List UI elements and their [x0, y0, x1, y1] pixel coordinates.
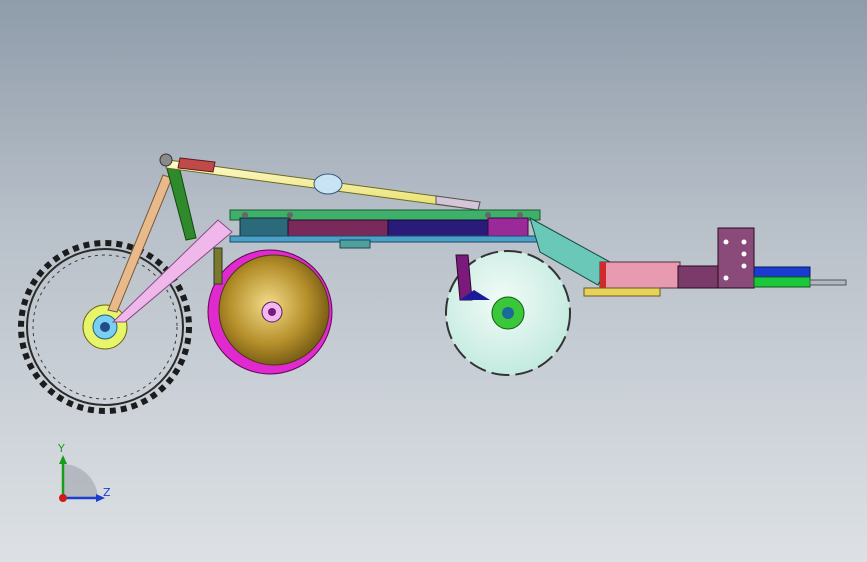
z-axis-label: Z	[103, 486, 111, 499]
planter-model[interactable]	[0, 0, 867, 562]
packer-wheel[interactable]	[18, 240, 192, 414]
coulter-disc[interactable]	[207, 247, 333, 375]
mount-bracket[interactable]	[529, 216, 847, 297]
y-axis-label: Y	[58, 442, 65, 455]
frame-beam[interactable]	[229, 209, 541, 249]
graphics-viewport[interactable]: Y Z	[0, 0, 867, 562]
closing-wheel[interactable]	[445, 250, 571, 376]
hydraulic-cylinder[interactable]	[159, 153, 481, 211]
axis-triad	[40, 440, 120, 520]
origin-icon	[59, 494, 67, 502]
